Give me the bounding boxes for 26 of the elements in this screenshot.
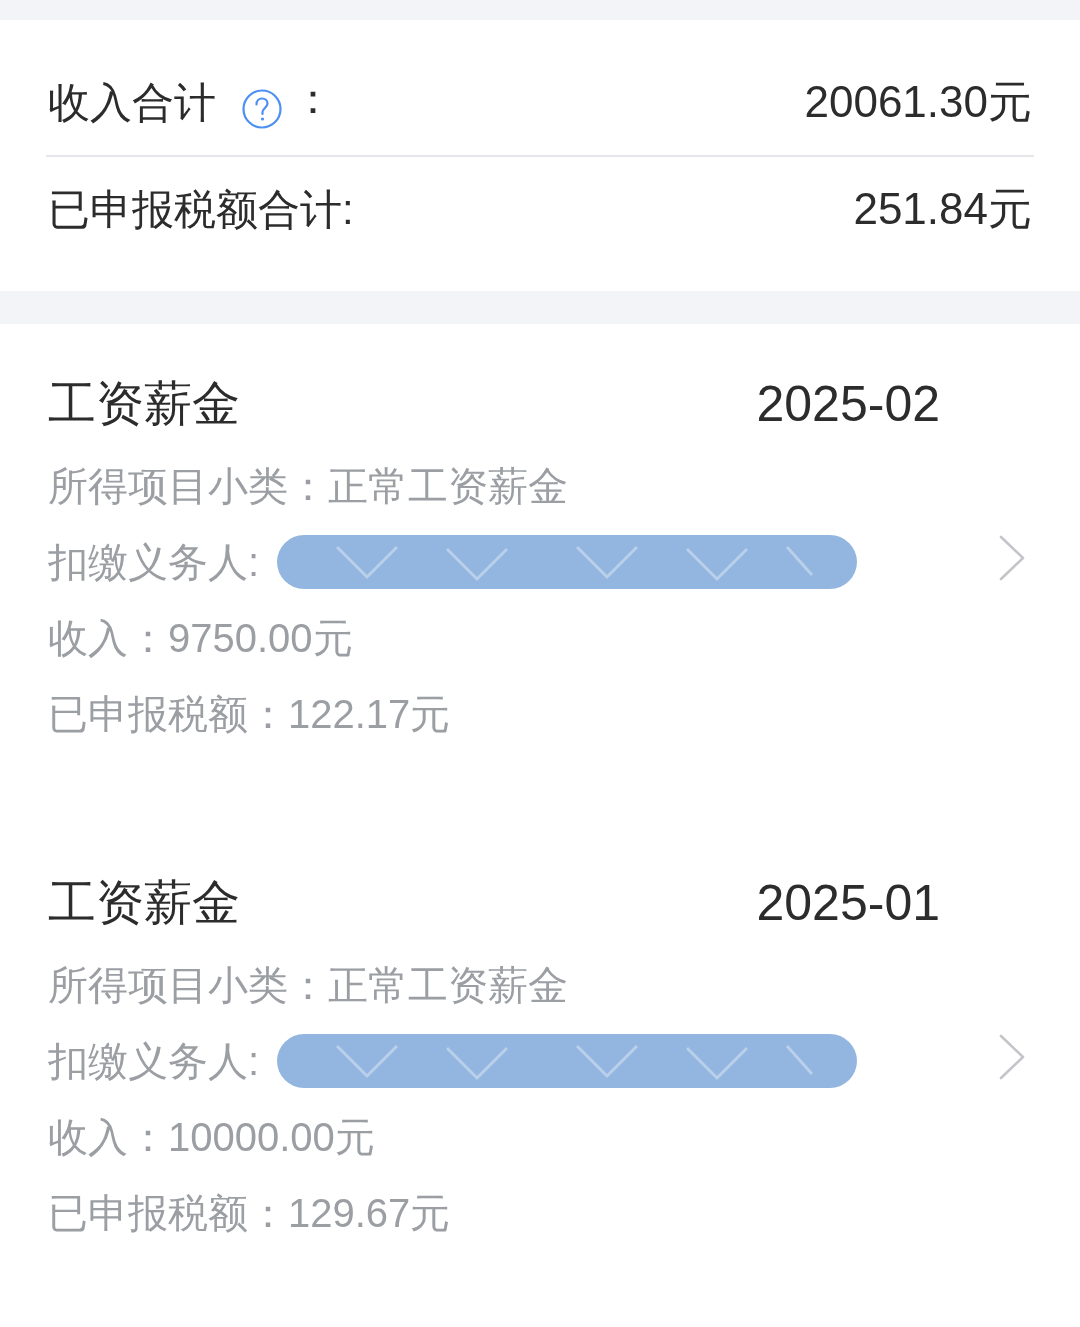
field-value: 10000.00元 bbox=[168, 1113, 375, 1161]
period-date: 2025-01 bbox=[756, 874, 940, 932]
field-label: 所得项目小类： bbox=[48, 961, 328, 1009]
period-date: 2025-02 bbox=[756, 375, 940, 433]
field-value: 正常工资薪金 bbox=[328, 462, 568, 510]
summary-label: 已申报税额合计: bbox=[48, 184, 354, 235]
field-label: 已申报税额： bbox=[48, 1189, 288, 1237]
summary-value: 251.84元 bbox=[853, 183, 1032, 235]
field-value: 129.67元 bbox=[288, 1189, 451, 1237]
field-value: 122.17元 bbox=[288, 690, 451, 738]
field-label: 扣缴义务人: bbox=[48, 538, 260, 586]
chevron-right-icon[interactable] bbox=[998, 534, 1026, 582]
field-label: 所得项目小类： bbox=[48, 462, 328, 510]
summary-label: 收入合计 bbox=[48, 77, 216, 128]
field-label: 扣缴义务人: bbox=[48, 1037, 260, 1085]
income-type-title: 工资薪金 bbox=[48, 376, 240, 432]
chevron-right-icon[interactable] bbox=[998, 1033, 1026, 1081]
field-label: 收入： bbox=[48, 1113, 168, 1161]
colon-text: ： bbox=[292, 73, 334, 124]
summary-value: 20061.30元 bbox=[804, 76, 1032, 128]
income-type-title: 工资薪金 bbox=[48, 875, 240, 931]
field-label: 已申报税额： bbox=[48, 690, 288, 738]
field-value: 正常工资薪金 bbox=[328, 961, 568, 1009]
field-value: 9750.00元 bbox=[168, 614, 353, 662]
field-label: 收入： bbox=[48, 614, 168, 662]
help-icon[interactable] bbox=[242, 88, 282, 129]
